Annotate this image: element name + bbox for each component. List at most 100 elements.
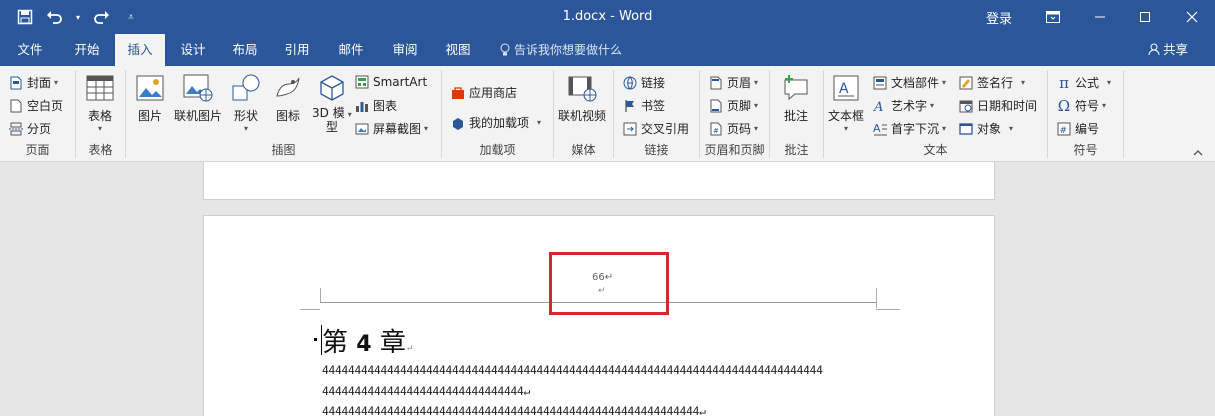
comment-button[interactable]: 批注	[780, 72, 812, 124]
shapes-icon	[230, 72, 262, 104]
group-tables: 表格 ▾ 表格	[76, 70, 126, 158]
footer-icon	[708, 98, 724, 114]
pi-icon: π	[1059, 73, 1069, 92]
page-number-icon: #	[708, 121, 724, 137]
close-icon[interactable]	[1177, 5, 1207, 29]
object-button[interactable]: 对象 ▾	[958, 120, 1013, 137]
body-line-3[interactable]: 4444444444444444444444444444444444444444…	[322, 405, 706, 416]
group-pages: 封面 ▾ 空白页 分页 页面	[0, 70, 76, 158]
crop-mark-left	[320, 288, 321, 302]
heading-prefix: 第	[322, 328, 357, 358]
wordart-button[interactable]: A 艺术字 ▾	[872, 97, 934, 114]
online-picture-icon	[182, 72, 214, 104]
screenshot-button[interactable]: 屏幕截图 ▾	[354, 120, 428, 137]
smartart-button[interactable]: SmartArt	[354, 74, 427, 90]
symbol-label: 符号	[1075, 99, 1100, 113]
share-button[interactable]: 共享	[1148, 34, 1188, 66]
signature-line-button[interactable]: 签名行 ▾	[958, 74, 1025, 91]
crop-mark-right-h	[876, 309, 900, 310]
minimize-icon[interactable]	[1085, 5, 1115, 29]
icons-button[interactable]: 图标	[272, 72, 304, 124]
picture-button[interactable]: 图片	[134, 72, 166, 124]
group-label-addins: 加载项	[479, 143, 516, 157]
online-video-label: 联机视频	[558, 109, 607, 123]
quick-parts-button[interactable]: 文档部件 ▾	[872, 74, 946, 91]
equation-button[interactable]: π 公式 ▾	[1056, 73, 1111, 92]
ribbon-insert: 封面 ▾ 空白页 分页 页面 表格 ▾ 表格 图片 联机图片 形状 ▾ 图标 3…	[0, 66, 1215, 162]
group-text: A 文本框 ▾ 文档部件 ▾ A 艺术字 ▾ A 首字下沉 ▾ 签名行 ▾ 日期和时间 …	[824, 70, 1048, 158]
group-label-links: 链接	[644, 143, 669, 157]
page-number-button[interactable]: # 页码 ▾	[708, 120, 758, 137]
ribbon-display-options-icon[interactable]	[1038, 5, 1068, 29]
symbol-button[interactable]: Ω 符号 ▾	[1056, 97, 1106, 115]
store-label: 应用商店	[469, 86, 518, 100]
crop-mark-left-h	[300, 309, 320, 310]
tell-me-search[interactable]: 告诉我你想要做什么	[500, 34, 622, 66]
group-illustrations: 图片 联机图片 形状 ▾ 图标 3D 模 ▾ 型 SmartArt 图表 屏幕截图 ▾	[126, 70, 442, 158]
group-label-comments: 批注	[784, 143, 809, 157]
number-button[interactable]: # 编号	[1056, 120, 1099, 137]
tab-file[interactable]: 文件	[8, 34, 52, 66]
date-time-button[interactable]: 日期和时间	[958, 97, 1037, 114]
online-picture-label: 联机图片	[174, 109, 223, 123]
chapter-heading[interactable]: 第 4 章↵	[322, 322, 413, 359]
comment-icon	[780, 72, 812, 104]
cover-page-icon	[8, 75, 24, 91]
tab-view[interactable]: 视图	[435, 34, 481, 66]
chart-button[interactable]: 图表	[354, 97, 397, 114]
tab-references[interactable]: 引用	[274, 34, 320, 66]
cross-reference-button[interactable]: 交叉引用	[622, 120, 689, 137]
number-icon: #	[1056, 121, 1072, 137]
drop-cap-button[interactable]: A 首字下沉 ▾	[872, 120, 946, 137]
tab-layout[interactable]: 布局	[222, 34, 268, 66]
maximize-icon[interactable]	[1130, 5, 1160, 29]
textbox-button[interactable]: A 文本框 ▾	[828, 72, 864, 133]
login-button[interactable]: 登录	[986, 8, 1012, 27]
tab-design[interactable]: 设计	[170, 34, 216, 66]
group-label-media: 媒体	[571, 143, 596, 157]
header-button[interactable]: 页眉 ▾	[708, 74, 758, 91]
cover-page-button[interactable]: 封面 ▾	[8, 74, 58, 91]
store-button[interactable]: 应用商店	[450, 84, 517, 101]
group-comments: 批注 批注	[770, 70, 824, 158]
calendar-icon	[958, 98, 974, 114]
tab-insert[interactable]: 插入	[115, 34, 165, 66]
shapes-button[interactable]: 形状 ▾	[230, 72, 262, 133]
online-picture-button[interactable]: 联机图片	[174, 72, 222, 124]
date-time-label: 日期和时间	[977, 99, 1038, 113]
screenshot-label: 屏幕截图	[373, 122, 422, 136]
picture-icon	[134, 72, 166, 104]
3d-models-label-1: 3D 模	[312, 106, 345, 120]
icons-icon	[272, 72, 304, 104]
group-label-tables: 表格	[88, 143, 113, 157]
table-button[interactable]: 表格 ▾	[84, 72, 116, 133]
3d-models-button[interactable]: 3D 模 ▾ 型	[312, 72, 352, 134]
textbox-icon: A	[830, 72, 862, 104]
group-media: 联机视频 媒体	[554, 70, 614, 158]
person-icon	[1148, 34, 1160, 66]
group-links: 链接 书签 交叉引用 链接	[614, 70, 700, 158]
bookmark-button[interactable]: 书签	[622, 97, 665, 114]
chart-label: 图表	[373, 99, 398, 113]
online-video-button[interactable]: 联机视频	[558, 72, 606, 124]
document-canvas[interactable]: 66↵ ↵ 第 4 章↵ 444444444444444444444444444…	[0, 162, 1215, 416]
drop-cap-icon: A	[872, 121, 888, 137]
screenshot-icon	[354, 121, 370, 137]
page-break-button[interactable]: 分页	[8, 120, 51, 137]
page-break-icon	[8, 121, 24, 137]
footer-button[interactable]: 页脚 ▾	[708, 97, 758, 114]
link-button[interactable]: 链接	[622, 74, 665, 91]
number-label: 编号	[1075, 122, 1100, 136]
header-icon	[708, 75, 724, 91]
my-addins-button[interactable]: 我的加载项 ▾	[450, 114, 541, 131]
tab-review[interactable]: 审阅	[382, 34, 428, 66]
blank-page-button[interactable]: 空白页	[8, 97, 63, 114]
heading-number: 4	[356, 332, 372, 357]
body-line-1[interactable]: 4444444444444444444444444444444444444444…	[322, 364, 823, 377]
body-line-2[interactable]: 4444444444444444444444444444444↵	[322, 385, 530, 398]
group-header-footer: 页眉 ▾ 页脚 ▾ # 页码 ▾ 页眉和页脚	[700, 70, 770, 158]
group-label-symbols: 符号	[1073, 143, 1098, 157]
collapse-ribbon-icon[interactable]	[1193, 148, 1203, 159]
tab-mailings[interactable]: 邮件	[328, 34, 374, 66]
tab-home[interactable]: 开始	[64, 34, 110, 66]
